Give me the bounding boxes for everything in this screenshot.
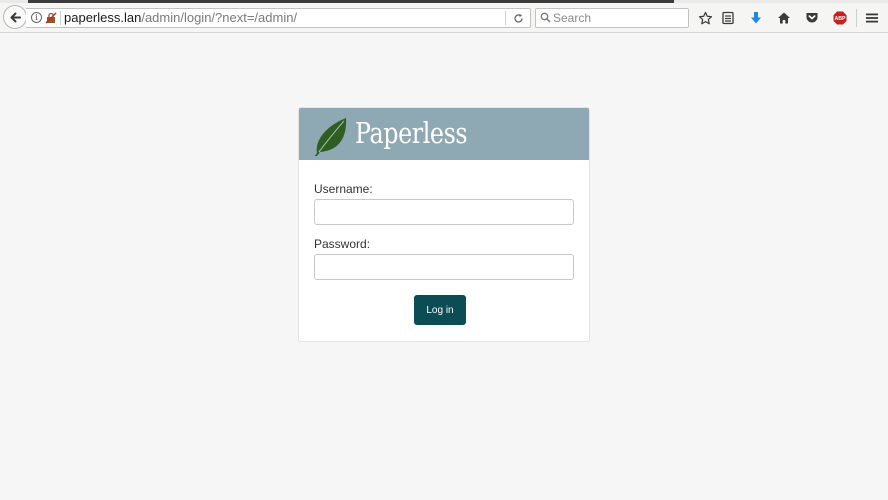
reader-list-icon — [722, 11, 734, 25]
back-arrow-icon — [10, 12, 21, 22]
login-header: Paperless — [299, 108, 589, 160]
password-input[interactable] — [314, 254, 574, 280]
url-host: paperless.lan — [64, 10, 142, 25]
url-bar[interactable]: i paperless.lan/admin/login/?next=/admin… — [26, 8, 531, 28]
username-label: Username: — [314, 182, 373, 196]
url-text[interactable]: paperless.lan/admin/login/?next=/admin/ — [64, 10, 297, 26]
search-icon — [540, 12, 551, 23]
leaf-logo-icon — [314, 118, 347, 156]
insecure-login-icon[interactable] — [45, 12, 57, 24]
url-path: /admin/login/?next=/admin/ — [141, 10, 298, 25]
bookmark-star-button[interactable] — [697, 10, 713, 26]
login-card: Paperless Username: Password: Log in — [298, 107, 590, 342]
search-bar[interactable] — [535, 8, 689, 28]
pocket-icon — [806, 13, 818, 23]
reader-list-button[interactable] — [720, 10, 736, 26]
site-info-icon[interactable]: i — [31, 12, 42, 23]
reload-button[interactable] — [510, 11, 526, 25]
login-button[interactable]: Log in — [414, 295, 466, 325]
download-button[interactable] — [748, 10, 764, 26]
pocket-button[interactable] — [804, 10, 820, 26]
bookmark-star-icon — [698, 11, 712, 24]
reload-divider — [505, 11, 506, 25]
home-button[interactable] — [776, 10, 792, 26]
toolbar-divider — [856, 9, 857, 27]
username-input[interactable] — [314, 199, 574, 225]
url-divider — [60, 11, 61, 25]
back-button[interactable] — [3, 5, 27, 29]
reload-icon — [513, 13, 523, 23]
search-input[interactable] — [553, 10, 683, 26]
browser-toolbar: i paperless.lan/admin/login/?next=/admin… — [0, 3, 888, 33]
home-icon — [778, 12, 790, 24]
hamburger-menu-icon — [866, 13, 878, 23]
brand-name: Paperless — [355, 116, 468, 150]
adblock-plus-button[interactable]: ABP — [832, 10, 848, 26]
adblock-label: ABP — [835, 16, 846, 22]
menu-button[interactable] — [864, 10, 880, 26]
download-icon — [751, 12, 761, 24]
adblock-plus-icon: ABP — [833, 11, 847, 25]
password-label: Password: — [314, 237, 371, 251]
